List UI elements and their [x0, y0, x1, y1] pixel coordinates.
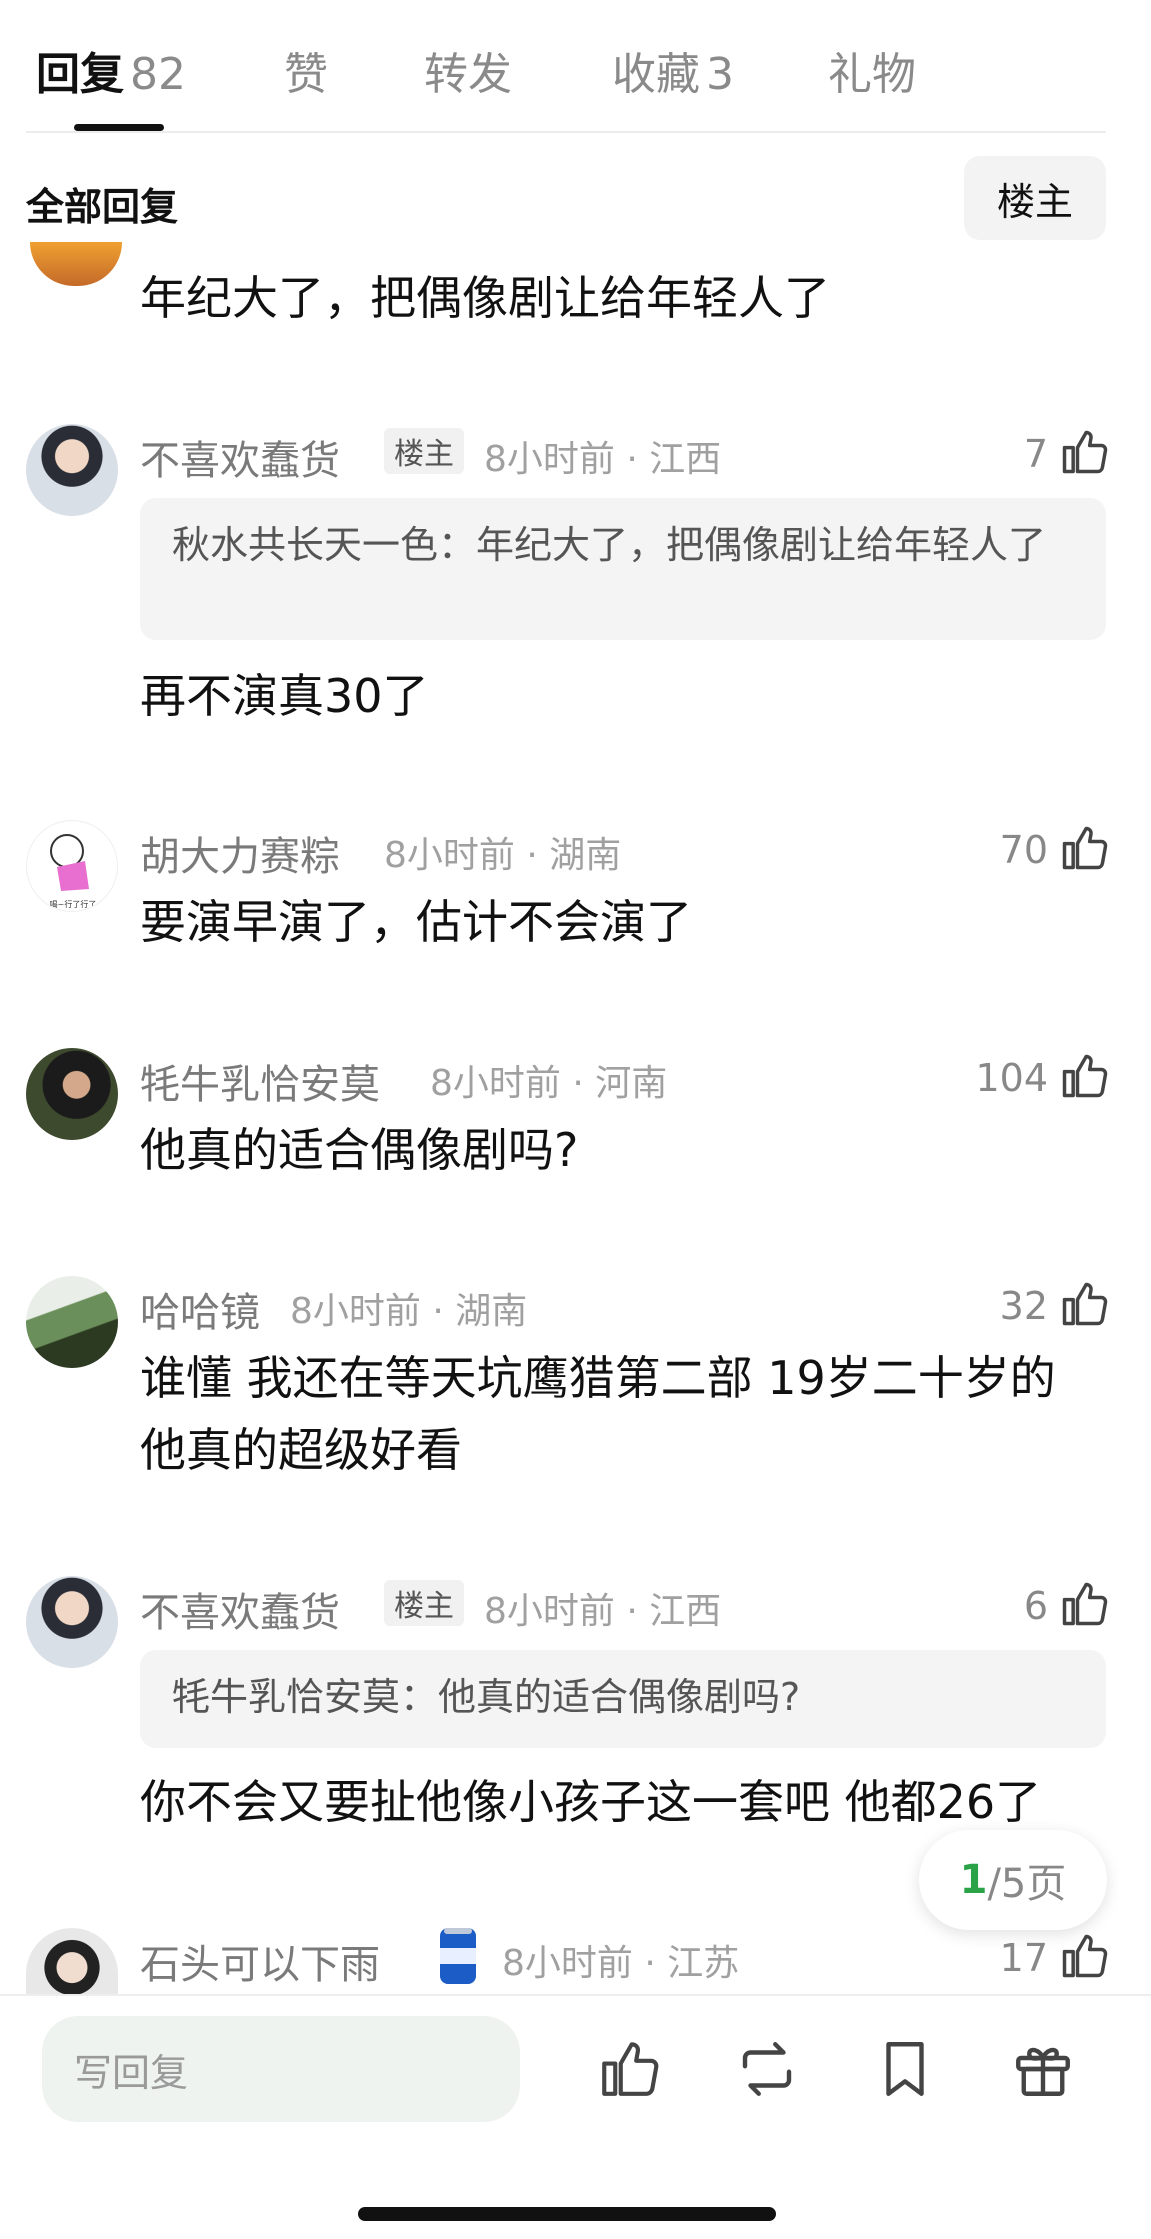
avatar[interactable] — [26, 1576, 118, 1668]
thumbs-up-icon[interactable] — [1058, 822, 1110, 874]
op-badge: 楼主 — [384, 428, 464, 474]
username[interactable]: 哈哈镜 — [140, 1280, 260, 1338]
comment-text: 他真的适合偶像剧吗? — [140, 1123, 579, 1177]
tab-replies-count: 82 — [130, 49, 186, 100]
tab-likes[interactable]: 赞 — [284, 38, 328, 102]
username[interactable]: 石头可以下雨 — [140, 1932, 380, 1990]
username[interactable]: 不喜欢蠢货 — [140, 1580, 340, 1638]
thumbs-up-icon[interactable] — [1058, 426, 1110, 478]
username[interactable]: 不喜欢蠢货 — [140, 428, 340, 486]
avatar[interactable] — [26, 1048, 118, 1140]
thumbs-up-icon[interactable] — [1058, 1278, 1110, 1330]
comment-meta: 8小时前 · 河南 — [430, 1063, 668, 1104]
bookmark-icon[interactable] — [872, 2036, 938, 2102]
tab-replies[interactable]: 回复 82 — [36, 38, 186, 102]
like-count: 32 — [999, 1284, 1048, 1328]
comment-text: 你不会又要扯他像小孩子这一套吧 他都26了 — [140, 1775, 1042, 1829]
thumbs-up-icon[interactable] — [1058, 1050, 1110, 1102]
tab-gifts[interactable]: 礼物 — [828, 38, 916, 102]
username[interactable]: 胡大力赛粽 — [140, 824, 340, 882]
comment-text: 再不演真30了 — [140, 669, 429, 723]
comment-text-line-1: 谁懂 我还在等天坑鹰猎第二部 19岁二十岁的 — [140, 1351, 1056, 1405]
tab-replies-label: 回复 — [36, 49, 124, 100]
current-page: 1 — [959, 1857, 988, 1903]
repost-icon[interactable] — [734, 2036, 800, 2102]
avatar[interactable] — [26, 424, 118, 516]
like-count: 70 — [999, 828, 1048, 872]
thumbs-up-icon[interactable] — [596, 2036, 662, 2102]
tab-favorites-count: 3 — [706, 49, 734, 100]
username[interactable]: 牦牛乳恰安莫 — [140, 1052, 380, 1110]
avatar[interactable] — [26, 1928, 118, 1994]
home-indicator — [358, 2207, 776, 2221]
quoted-comment[interactable]: 牦牛乳恰安莫：他真的适合偶像剧吗? — [140, 1650, 1106, 1748]
comment-meta: 8小时前 · 湖南 — [384, 835, 622, 876]
bottom-action-bar: 写回复 — [0, 1994, 1151, 2239]
reply-input[interactable]: 写回复 — [42, 2016, 520, 2122]
total-pages: /5页 — [987, 1861, 1067, 1907]
tab-favorites[interactable]: 收藏 3 — [612, 38, 734, 102]
avatar-caption: 喝~行了行了 — [50, 899, 97, 909]
cartoon-avatar-icon: 喝~行了行了 — [50, 834, 97, 909]
active-tab-indicator — [74, 124, 164, 131]
quoted-comment[interactable]: 秋水共长天一色：年纪大了，把偶像剧让给年轻人了 — [140, 498, 1106, 640]
section-title: 全部回复 — [26, 185, 179, 229]
page-indicator[interactable]: 1/5页 — [919, 1830, 1107, 1930]
comment-meta: 8小时前 · 湖南 — [290, 1291, 528, 1332]
tab-bar: 回复 82 赞 转发 收藏 3 礼物 — [0, 0, 1151, 133]
comment-meta: 8小时前 · 江西 — [484, 1591, 722, 1632]
tab-reposts[interactable]: 转发 — [424, 38, 512, 102]
comment-meta: 8小时前 · 江苏 — [502, 1943, 740, 1984]
can-badge-icon — [440, 1928, 476, 1984]
tab-divider — [26, 131, 1106, 133]
comment-text: 年纪大了，把偶像剧让给年轻人了 — [140, 271, 830, 325]
gift-icon[interactable] — [1010, 2036, 1076, 2102]
filter-op-button[interactable]: 楼主 — [964, 156, 1106, 240]
op-badge: 楼主 — [384, 1580, 464, 1626]
like-count: 6 — [1023, 1584, 1048, 1628]
comment-text: 要演早演了，估计不会演了 — [140, 895, 692, 949]
avatar[interactable]: 喝~行了行了 — [26, 820, 118, 912]
like-count: 17 — [999, 1936, 1048, 1980]
comment-meta: 8小时前 · 江西 — [484, 439, 722, 480]
like-count: 7 — [1023, 432, 1048, 476]
avatar[interactable] — [30, 242, 122, 286]
like-count: 104 — [975, 1056, 1048, 1100]
comment-text-line-2: 他真的超级好看 — [140, 1423, 462, 1477]
thumbs-up-icon[interactable] — [1058, 1930, 1110, 1982]
avatar[interactable] — [26, 1276, 118, 1368]
tab-favorites-label: 收藏 — [612, 49, 700, 100]
thumbs-up-icon[interactable] — [1058, 1578, 1110, 1630]
